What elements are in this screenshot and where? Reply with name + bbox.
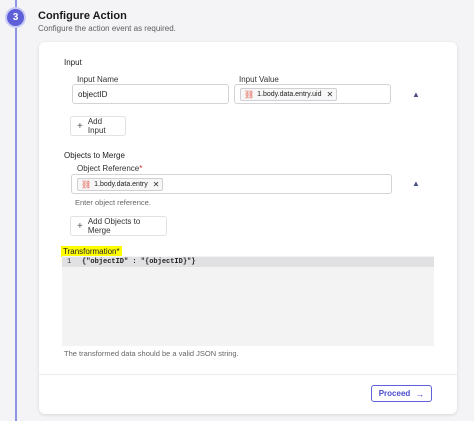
object-reference-chip-label: 1.body.data.entry xyxy=(94,180,148,188)
delete-input-icon[interactable]: ▲ xyxy=(411,90,421,100)
link-icon: ⛓ xyxy=(244,89,255,99)
proceed-button[interactable]: Proceed → xyxy=(371,385,432,402)
add-input-label: Add Input xyxy=(87,117,106,135)
add-objects-label: Add Objects to Merge xyxy=(87,217,141,235)
link-icon: ⛓ xyxy=(81,179,92,189)
object-reference-label: Object Reference* xyxy=(77,164,143,173)
transformation-help: The transformed data should be a valid J… xyxy=(64,349,239,358)
object-reference-help: Enter object reference. xyxy=(75,198,151,207)
plus-icon: + xyxy=(77,220,83,232)
step-rail xyxy=(15,0,17,421)
merge-section-title: Objects to Merge xyxy=(64,151,125,160)
arrow-right-icon: → xyxy=(415,388,425,399)
input-name-label: Input Name xyxy=(77,75,119,84)
remove-chip-icon[interactable]: ✕ xyxy=(153,180,160,189)
transformation-editor[interactable]: 1 {"objectID" : "{objectID}"} xyxy=(62,256,434,346)
code-text[interactable]: {"objectID" : "{objectID}"} xyxy=(82,258,195,266)
line-number: 1 xyxy=(67,258,72,266)
add-input-button[interactable]: + Add Input xyxy=(70,116,126,136)
input-value-field[interactable]: ⛓ 1.body.data.entry.uid ✕ xyxy=(234,84,391,104)
input-value-label: Input Value xyxy=(239,75,279,84)
step-title: Configure Action xyxy=(38,10,127,22)
input-name-field[interactable]: objectID xyxy=(72,84,229,104)
add-objects-to-merge-button[interactable]: + Add Objects to Merge xyxy=(70,216,167,236)
step-number-badge: 3 xyxy=(5,7,26,28)
footer-divider xyxy=(39,374,457,375)
step-subtitle: Configure the action event as required. xyxy=(38,24,176,33)
object-reference-field[interactable]: ⛓ 1.body.data.entry ✕ xyxy=(71,174,392,194)
input-name-value: objectID xyxy=(78,89,108,99)
delete-object-icon[interactable]: ▲ xyxy=(411,179,421,189)
input-value-chip[interactable]: ⛓ 1.body.data.entry.uid ✕ xyxy=(240,87,338,101)
object-reference-chip[interactable]: ⛓ 1.body.data.entry ✕ xyxy=(77,177,164,191)
plus-icon: + xyxy=(77,120,83,132)
input-value-chip-label: 1.body.data.entry.uid xyxy=(257,90,322,98)
input-section-title: Input xyxy=(64,58,82,67)
proceed-label: Proceed xyxy=(378,389,411,398)
remove-chip-icon[interactable]: ✕ xyxy=(327,90,334,99)
